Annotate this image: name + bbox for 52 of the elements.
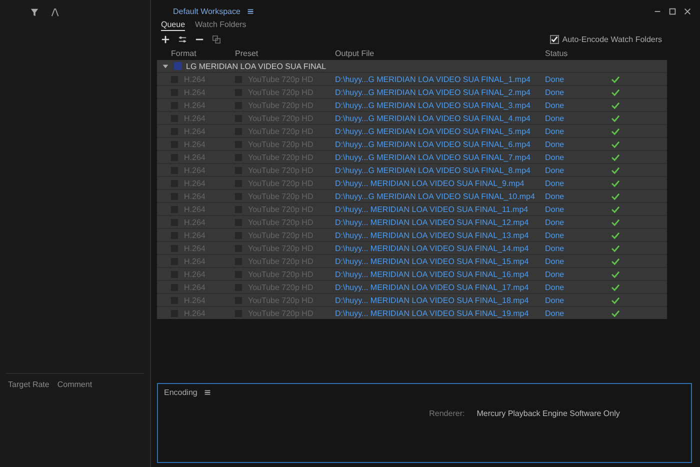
panel-tab[interactable]: Watch Folders: [195, 20, 246, 30]
column-header[interactable]: Preset: [235, 48, 329, 58]
renderer-dropdown[interactable]: Mercury Playback Engine Software Only: [476, 409, 620, 418]
output-file-link[interactable]: D:\huyy... MERIDIAN LOA VIDEO SUA FINAL_18.mp4: [329, 296, 545, 304]
status-text: Done: [545, 204, 566, 214]
status-text: Done: [545, 296, 566, 304]
status-text: Done: [545, 140, 566, 148]
output-file-link[interactable]: D:\huyy...G MERIDIAN LOA VIDEO SUA FINAL_6.mp4: [329, 140, 545, 148]
output-file-link[interactable]: D:\huyy... MERIDIAN LOA VIDEO SUA FINAL_14.mp4: [329, 244, 545, 252]
panel-tab[interactable]: Queue: [161, 20, 186, 30]
status-text: Done: [545, 114, 566, 122]
status-text: Done: [545, 126, 566, 136]
renderer-label: Renderer:: [429, 409, 465, 418]
output-file-link[interactable]: D:\huyy... MERIDIAN LOA VIDEO SUA FINAL_11.mp4: [329, 204, 545, 214]
output-file-link[interactable]: D:\huyy... MERIDIAN LOA VIDEO SUA FINAL_12.mp4: [329, 218, 545, 226]
column-header[interactable]: Output File: [329, 48, 545, 58]
status-text: Done: [545, 244, 566, 252]
status-text: Done: [545, 100, 566, 110]
status-text: Done: [545, 74, 566, 84]
status-text: Done: [545, 178, 566, 188]
output-file-link[interactable]: D:\huyy...G MERIDIAN LOA VIDEO SUA FINAL_1.mp4: [329, 74, 545, 84]
output-file-link[interactable]: D:\huyy...G MERIDIAN LOA VIDEO SUA FINAL_10.mp4: [329, 192, 545, 200]
output-file-link[interactable]: D:\huyy...G MERIDIAN LOA VIDEO SUA FINAL_3.mp4: [329, 100, 545, 110]
column-header: Target Rate: [8, 380, 50, 389]
status-text: Done: [545, 282, 566, 292]
output-file-link[interactable]: D:\huyy...G MERIDIAN LOA VIDEO SUA FINAL_4.mp4: [329, 114, 545, 122]
output-file-link[interactable]: D:\huyy... MERIDIAN LOA VIDEO SUA FINAL_16.mp4: [329, 270, 545, 278]
column-header: Comment: [57, 380, 92, 389]
source-name[interactable]: LG MERIDIAN LOA VIDEO SUA FINAL: [186, 62, 326, 70]
status-text: Done: [545, 166, 566, 174]
status-text: Done: [545, 152, 566, 162]
status-text: Done: [545, 256, 566, 266]
checkbox-label[interactable]: Auto-Encode Watch Folders: [562, 34, 662, 44]
output-file-link[interactable]: D:\huyy...G MERIDIAN LOA VIDEO SUA FINAL_5.mp4: [329, 126, 545, 136]
column-header[interactable]: Format: [157, 48, 235, 58]
output-file-link[interactable]: D:\huyy... MERIDIAN LOA VIDEO SUA FINAL_15.mp4: [329, 256, 545, 266]
status-text: Done: [545, 270, 566, 278]
status-text: Done: [545, 230, 566, 240]
status-text: Done: [545, 308, 566, 318]
workspace-title[interactable]: Default Workspace: [157, 6, 240, 16]
output-file-link[interactable]: D:\huyy... MERIDIAN LOA VIDEO SUA FINAL_17.mp4: [329, 282, 545, 292]
output-file-link[interactable]: D:\huyy...G MERIDIAN LOA VIDEO SUA FINAL_8.mp4: [329, 166, 545, 174]
status-text: Done: [545, 192, 566, 200]
status-text: Done: [545, 88, 566, 96]
output-file-link[interactable]: D:\huyy... MERIDIAN LOA VIDEO SUA FINAL_9.mp4: [329, 178, 545, 188]
panel-title[interactable]: Encoding: [164, 388, 198, 397]
output-file-link[interactable]: D:\huyy... MERIDIAN LOA VIDEO SUA FINAL_13.mp4: [329, 230, 545, 240]
output-file-link[interactable]: D:\huyy...G MERIDIAN LOA VIDEO SUA FINAL_7.mp4: [329, 152, 545, 162]
status-text: Done: [545, 218, 566, 226]
output-file-link[interactable]: D:\huyy... MERIDIAN LOA VIDEO SUA FINAL_19.mp4: [329, 308, 545, 318]
column-header[interactable]: Status: [545, 48, 585, 58]
output-file-link[interactable]: D:\huyy...G MERIDIAN LOA VIDEO SUA FINAL_2.mp4: [329, 88, 545, 96]
